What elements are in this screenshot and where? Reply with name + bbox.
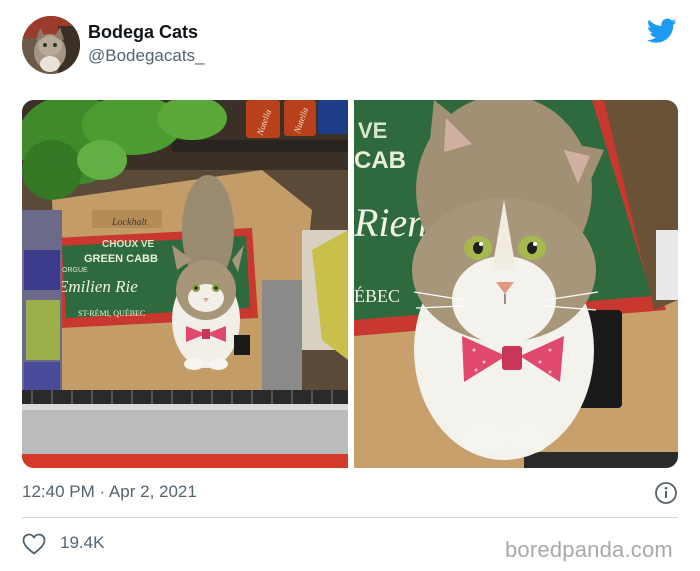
box-zoom4: ÉBEC [354,285,400,306]
author-name[interactable]: Bodega Cats [88,22,198,43]
media-grid[interactable]: Nutella Nutella Lockhalt CHOUX VE GREEN … [22,100,678,468]
watermark: boredpanda.com [505,537,673,562]
photo-cat-closeup[interactable]: VE CAB Rien ÉBEC [354,100,678,468]
box-line1: CHOUX VE [102,239,155,250]
box-zoom1: VE [358,118,387,143]
photo-cat-in-store[interactable]: Nutella Nutella Lockhalt CHOUX VE GREEN … [22,100,348,468]
divider [22,517,678,518]
avatar[interactable] [22,16,80,74]
box-line2: GREEN CABB [84,253,158,265]
bird-icon[interactable] [647,18,677,44]
box-brand: Lockhalt [111,217,147,228]
box-zoom2: CAB [354,147,406,174]
author-handle[interactable]: @Bodegacats_ [88,46,205,66]
box-line4: Emilien Rie [57,277,138,296]
like-count[interactable]: 19.4K [60,533,104,553]
tweet-card: Bodega Cats @Bodegacats_ Nutella Nutella [0,0,700,571]
box-zoom3: Rien [354,200,427,245]
info-icon[interactable] [654,481,678,505]
heart-icon[interactable] [22,533,46,555]
box-line3: ORGUE [62,267,88,274]
box-line5: ST-RÉMI, QUÉBEC [78,308,145,318]
tweet-timestamp[interactable]: 12:40 PM · Apr 2, 2021 [22,482,197,502]
